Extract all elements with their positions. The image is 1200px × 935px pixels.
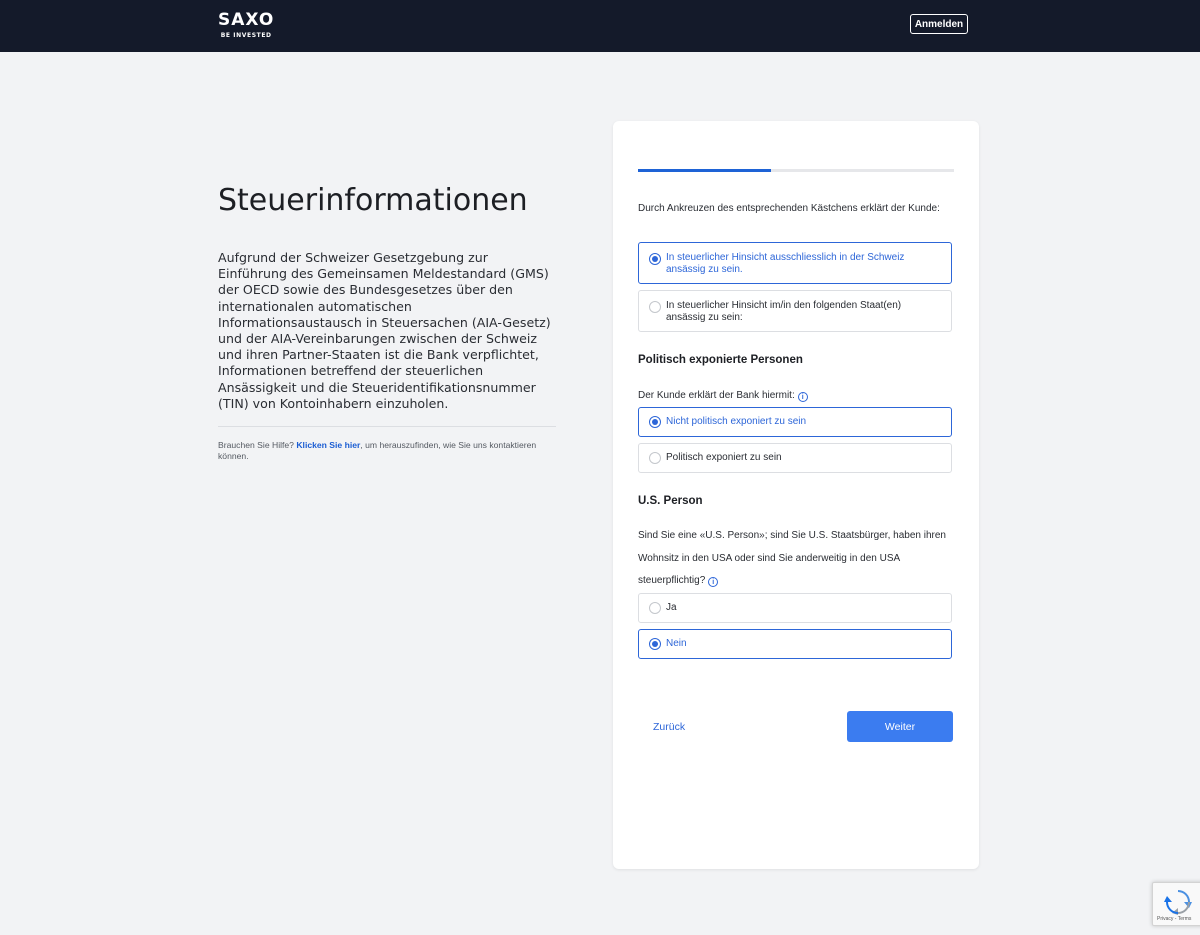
divider xyxy=(218,426,556,427)
radio-option-us-yes[interactable]: Ja xyxy=(638,593,952,623)
logo-tagline: BE INVESTED xyxy=(220,32,272,39)
us-person-section-heading: U.S. Person xyxy=(638,495,703,507)
pep-section-heading: Politisch exponierte Personen xyxy=(638,354,803,366)
back-link[interactable]: Zurück xyxy=(653,721,685,733)
radio-option-residence-switzerland[interactable]: In steuerlicher Hinsicht ausschliesslich… xyxy=(638,242,952,284)
help-prefix: Brauchen Sie Hilfe? xyxy=(218,440,297,450)
radio-option-not-politically-exposed[interactable]: Nicht politisch exponiert zu sein xyxy=(638,407,952,437)
saxo-logo[interactable]: SAXO BE INVESTED xyxy=(218,11,274,40)
radio-option-label: Ja xyxy=(666,602,677,613)
radio-button[interactable] xyxy=(649,452,661,464)
radio-option-label: Politisch exponiert zu sein xyxy=(666,452,782,463)
progress-bar xyxy=(638,169,954,172)
help-text: Brauchen Sie Hilfe? Klicken Sie hier, um… xyxy=(218,440,558,462)
radio-button[interactable] xyxy=(649,416,661,428)
info-icon[interactable]: i xyxy=(708,577,719,587)
pep-question: Der Kunde erklärt der Bank hiermit: i xyxy=(638,389,958,403)
radio-button[interactable] xyxy=(649,253,661,265)
logo-wordmark: SAXO xyxy=(218,10,275,30)
radio-option-us-no[interactable]: Nein xyxy=(638,629,952,659)
info-icon[interactable]: i xyxy=(797,392,808,402)
progress-bar-fill xyxy=(638,169,771,172)
radio-button[interactable] xyxy=(649,638,661,650)
radio-option-label: In steuerlicher Hinsicht im/in den folge… xyxy=(666,300,902,323)
pep-question-text: Der Kunde erklärt der Bank hiermit: xyxy=(638,390,795,401)
intro-text: Aufgrund der Schweizer Gesetzgebung zur … xyxy=(218,250,551,411)
top-navigation-bar: SAXO BE INVESTED Anmelden xyxy=(0,0,1200,52)
recaptcha-icon xyxy=(1164,890,1192,915)
login-button[interactable]: Anmelden xyxy=(910,14,968,34)
tax-form-card: Durch Ankreuzen des entsprechenden Kästc… xyxy=(613,121,979,869)
page-title: Steuerinformationen xyxy=(218,183,528,218)
recaptcha-badge[interactable]: Privacy - Terms xyxy=(1152,882,1200,926)
radio-option-residence-other-states[interactable]: In steuerlicher Hinsicht im/in den folge… xyxy=(638,290,952,332)
help-link[interactable]: Klicken Sie hier xyxy=(296,440,360,450)
next-button[interactable]: Weiter xyxy=(847,711,953,742)
us-person-question: Sind Sie eine «U.S. Person»; sind Sie U.… xyxy=(638,525,958,593)
recaptcha-links[interactable]: Privacy - Terms xyxy=(1157,916,1191,922)
radio-option-label: Nicht politisch exponiert zu sein xyxy=(666,416,807,427)
radio-option-politically-exposed[interactable]: Politisch exponiert zu sein xyxy=(638,443,952,473)
radio-button[interactable] xyxy=(649,301,661,313)
radio-option-label: Nein xyxy=(666,638,687,649)
us-person-question-text: Sind Sie eine «U.S. Person»; sind Sie U.… xyxy=(638,530,946,586)
radio-option-label: In steuerlicher Hinsicht ausschliesslich… xyxy=(666,252,905,275)
residence-statement: Durch Ankreuzen des entsprechenden Kästc… xyxy=(638,203,940,214)
radio-button[interactable] xyxy=(649,602,661,614)
